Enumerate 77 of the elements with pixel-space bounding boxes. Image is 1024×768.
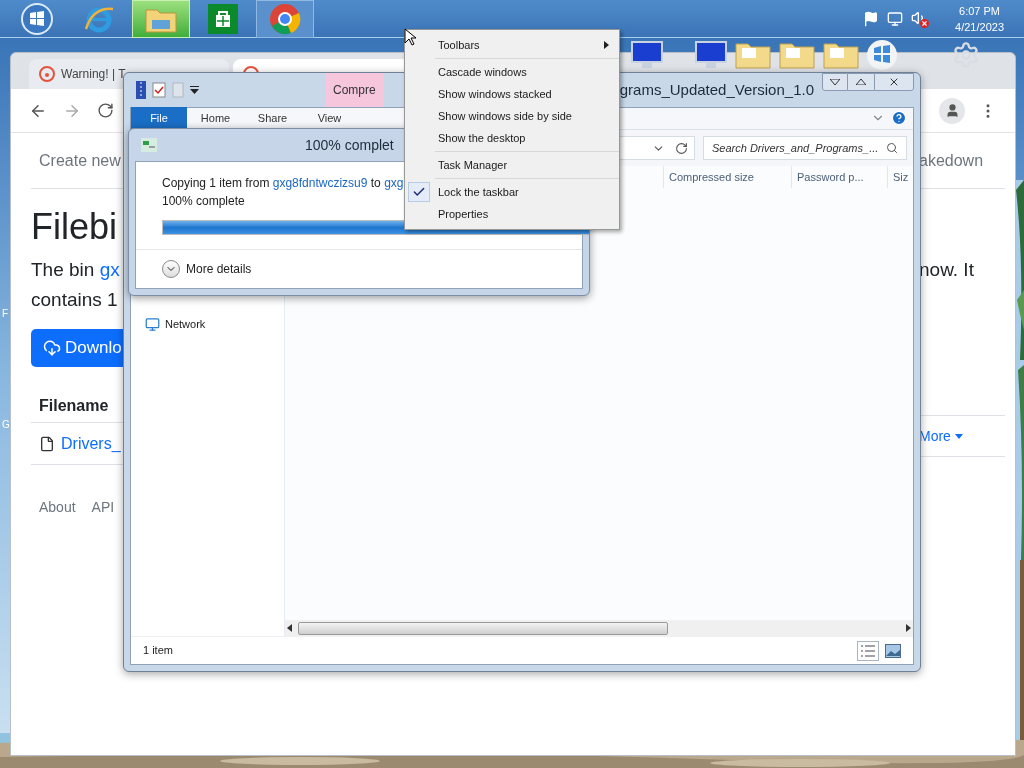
nav-link[interactable]: Create new [31, 148, 121, 173]
menu-item[interactable]: Cascade windows [405, 61, 619, 83]
file-icon [39, 435, 55, 452]
more-details-button[interactable]: More details [162, 260, 252, 278]
chevron-down-icon [162, 260, 180, 278]
taskbar-app-button[interactable] [256, 0, 314, 38]
menu-item[interactable]: Task Manager [405, 154, 619, 176]
menu-item[interactable]: Lock the taskbar [405, 181, 619, 203]
search-field[interactable]: Search Drivers_and_Programs_... [703, 136, 907, 160]
copy-text: Copying 1 item from [162, 176, 271, 190]
dropdown-icon[interactable] [190, 86, 199, 94]
nav-item[interactable]: Network [145, 316, 284, 333]
network-icon[interactable] [887, 10, 904, 27]
horizontal-scrollbar[interactable] [285, 620, 913, 636]
minimize-button[interactable] [822, 73, 848, 91]
gear-icon[interactable] [952, 41, 980, 69]
windows-logo-icon[interactable] [866, 39, 898, 71]
network-icon [145, 316, 160, 332]
column-header[interactable]: Siz [887, 166, 913, 188]
store-bag-icon [208, 3, 238, 34]
dialog-title: 100% complet [305, 135, 394, 155]
reload-icon[interactable] [97, 102, 114, 119]
intro-text: contains 1 [31, 288, 119, 312]
close-icon [888, 76, 900, 88]
file-link[interactable]: Drivers_ [61, 431, 121, 456]
folder-icon[interactable] [822, 40, 860, 70]
image-view-icon[interactable] [885, 643, 901, 658]
speaker-icon[interactable] [911, 9, 930, 28]
help-icon[interactable] [891, 110, 907, 126]
ribbon-tab[interactable]: Share [244, 107, 301, 129]
folder-icon[interactable] [734, 40, 772, 70]
cloud-download-icon [43, 339, 61, 357]
column-header[interactable]: Compressed size [663, 166, 791, 188]
search-icon[interactable] [886, 142, 898, 154]
ribbon-tab[interactable]: Home [187, 107, 244, 129]
copy-icon [141, 138, 157, 152]
flag-icon[interactable] [863, 10, 880, 27]
windows-orb-icon [21, 2, 53, 35]
clock-date[interactable]: 4/21/2023 [955, 18, 1004, 35]
properties-icon[interactable] [152, 82, 166, 98]
caret-icon [954, 433, 963, 439]
monitor-icon[interactable] [630, 40, 664, 70]
status-text: 1 item [143, 643, 173, 659]
maximize-button[interactable] [848, 73, 874, 91]
clock-time[interactable]: 6:07 PM [959, 2, 1000, 19]
folder-icon[interactable] [778, 40, 816, 70]
page-heading: Filebi [31, 205, 119, 249]
window-title: grams_Updated_Version_1.0 [619, 79, 814, 100]
column-header: Filename [38, 395, 109, 416]
menu-item[interactable]: Properties [405, 203, 619, 225]
monitor-icon[interactable] [694, 40, 728, 70]
copy-text: to [369, 176, 382, 190]
ribbon-tab[interactable]: View [301, 107, 358, 129]
column-header[interactable]: Password p... [791, 166, 887, 188]
profile-icon[interactable] [939, 97, 965, 124]
menu-item[interactable]: Show windows stacked [405, 83, 619, 105]
source-link[interactable]: gxg8fdntwczizsu9 [272, 176, 368, 190]
mouse-pointer-icon [404, 28, 416, 46]
footer-link[interactable]: About [39, 497, 76, 518]
footer-link[interactable]: API [91, 497, 115, 518]
destination-link[interactable]: gxg [384, 176, 404, 190]
chrome-icon [269, 2, 301, 35]
scroll-right-icon[interactable] [906, 624, 911, 632]
intro-text: The bin [31, 259, 96, 280]
bin-link[interactable]: gx [99, 259, 120, 280]
details-view-icon[interactable] [857, 640, 879, 661]
scroll-left-icon[interactable] [287, 624, 292, 632]
refresh-icon[interactable] [675, 141, 688, 155]
site-icon [39, 66, 55, 82]
menu-item[interactable]: Show the desktop [405, 127, 619, 149]
ribbon-tab[interactable]: File [131, 107, 187, 129]
zip-icon[interactable] [136, 81, 146, 99]
contextual-tab[interactable]: Compre [325, 73, 384, 107]
minimize-icon [830, 79, 840, 85]
menu-item[interactable]: Show windows side by side [405, 105, 619, 127]
nav-link[interactable]: akedown [919, 148, 984, 173]
maximize-icon [856, 79, 866, 85]
